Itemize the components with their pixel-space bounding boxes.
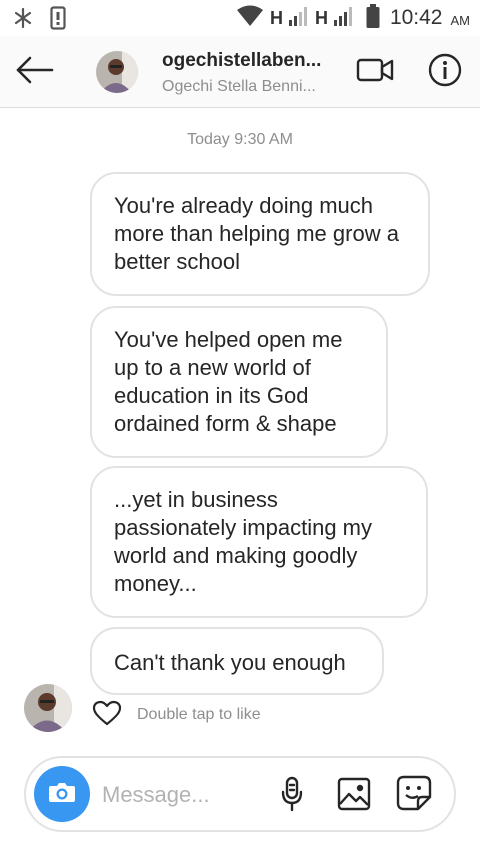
back-button[interactable]	[12, 50, 58, 94]
signal-icon	[288, 6, 309, 31]
message-bubble[interactable]: You're already doing much more than help…	[90, 172, 430, 296]
sender-avatar[interactable]	[24, 684, 72, 732]
message-bubble[interactable]: ...yet in business passionately impactin…	[90, 466, 428, 618]
camera-button[interactable]	[34, 766, 90, 822]
heart-icon	[92, 700, 122, 731]
sticker-icon	[396, 775, 432, 816]
notification-icon	[50, 6, 66, 35]
camera-icon	[48, 780, 76, 809]
thread-timestamp: Today 9:30 AM	[187, 131, 293, 148]
message-input[interactable]	[102, 780, 252, 810]
video-call-icon	[356, 57, 394, 88]
status-bar: H H 10:42 AM	[0, 0, 480, 36]
gallery-button[interactable]	[336, 776, 372, 816]
back-arrow-icon	[15, 56, 55, 89]
message-composer	[24, 756, 456, 832]
avatar[interactable]	[96, 51, 138, 93]
like-button[interactable]	[92, 700, 122, 731]
like-hint: Double tap to like	[137, 706, 261, 723]
network-type-1: H	[269, 7, 283, 28]
network-type-2: H	[314, 7, 328, 28]
chat-header: ogechistellaben... Ogechi Stella Benni..…	[0, 36, 480, 108]
chat-username[interactable]: ogechistellaben...	[162, 50, 342, 72]
message-bubble[interactable]: Can't thank you enough	[90, 627, 384, 695]
video-call-button[interactable]	[352, 54, 398, 90]
sticker-button[interactable]	[394, 774, 434, 816]
chat-full-name[interactable]: Ogechi Stella Benni...	[162, 78, 342, 96]
battery-icon	[366, 3, 380, 33]
status-ampm: AM	[450, 13, 471, 28]
info-icon	[428, 53, 462, 92]
signal-icon	[333, 6, 354, 31]
wifi-icon	[236, 5, 264, 32]
microphone-icon	[281, 776, 303, 817]
info-button[interactable]	[424, 52, 466, 92]
microphone-button[interactable]	[276, 776, 308, 816]
status-time: 10:42	[389, 6, 443, 29]
snowflake-icon	[14, 7, 32, 34]
message-bubble[interactable]: You've helped open me up to a new world …	[90, 306, 388, 458]
gallery-icon	[337, 777, 371, 816]
